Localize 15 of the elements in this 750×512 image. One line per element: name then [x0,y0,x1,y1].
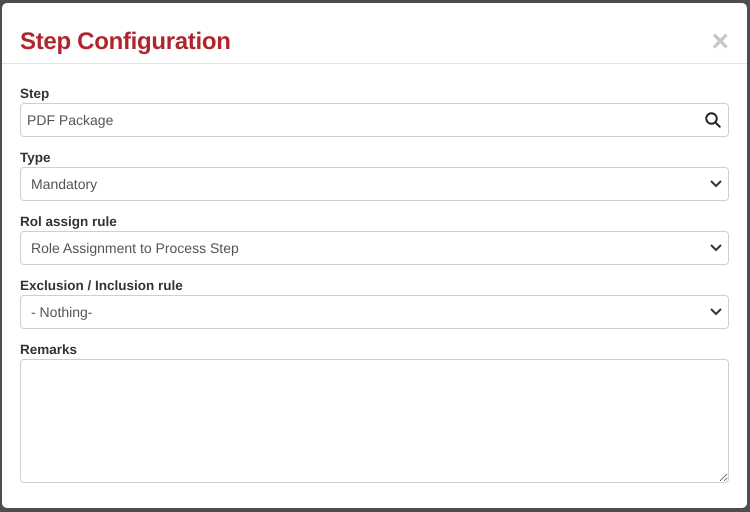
field-label: Exclusion / Inclusion rule [20,278,183,293]
dropdown[interactable]: Mandatory [20,167,729,201]
chevron-down-icon [710,244,722,252]
dropdown[interactable]: - Nothing- [20,295,729,329]
dialog-title: Step Configuration [20,28,231,56]
field-label: Step [20,86,50,101]
search-icon[interactable] [704,111,722,129]
field-label: Remarks [20,342,78,357]
chevron-down-icon [710,180,722,188]
dropdown[interactable]: Role Assignment to Process Step [20,231,729,265]
field-label: Type [20,150,51,165]
remarks-field[interactable] [20,359,729,483]
chevron-down-icon [710,308,722,316]
search-field[interactable]: PDF Package [20,103,729,137]
field-label: Rol assign rule [20,214,117,229]
